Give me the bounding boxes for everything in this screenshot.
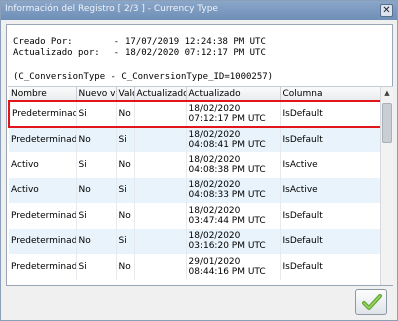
- table-cell: 29/01/2020 08:44:16 PM UTC: [186, 254, 281, 280]
- table-cell: IsActive: [280, 177, 382, 203]
- table-cell: Predeterminado: [9, 126, 77, 152]
- vertical-scrollbar[interactable]: ▲: [380, 87, 393, 285]
- scroll-up-icon[interactable]: ▲: [381, 87, 393, 99]
- table-row[interactable]: Predeterminado Si No 29/01/2020 08:44:16 PM…: [9, 254, 382, 280]
- table-cell: Activo: [9, 177, 77, 203]
- table-cell: [134, 203, 187, 229]
- column-header[interactable]: Actualizado: [134, 87, 187, 102]
- table-cell: 18/02/2020 03:16:20 PM UTC: [186, 228, 281, 254]
- table-cell: Predeterminado: [9, 228, 77, 254]
- table-cell: Si: [116, 126, 135, 152]
- table-cell: 18/02/2020 04:08:41 PM UTC: [186, 126, 281, 152]
- table-cell: No: [76, 126, 117, 152]
- table-cell: Predeterminado: [8, 100, 77, 128]
- created-separator: -: [113, 37, 119, 47]
- record-query: (C_ConversionType - C_ConversionType_ID=…: [13, 72, 274, 82]
- table-header: NombreNuevo vValoActualizadoActualizadoC…: [9, 87, 382, 102]
- updated-separator: -: [113, 48, 119, 58]
- table-cell: Predeterminado: [9, 254, 77, 280]
- table-cell: [134, 152, 187, 178]
- content-panel: Creado Por: -17/07/2019 12:24:38 PM UTC A…: [6, 24, 393, 286]
- record-info-dialog: Información del Registro [ 2/3 ] - Curre…: [0, 0, 398, 321]
- updated-value: 18/02/2020 07:12:17 PM UTC: [125, 48, 266, 58]
- table-cell: Si: [76, 254, 117, 280]
- table-cell: Si: [76, 152, 117, 178]
- scroll-thumb[interactable]: [382, 103, 392, 143]
- table-row[interactable]: PredeterminadoSiNo 18/02/2020 07:12:17 PM…: [8, 100, 382, 128]
- table-cell: Si: [116, 228, 135, 254]
- table-cell: [134, 254, 187, 280]
- table-cell: IsActive: [280, 152, 382, 178]
- table-cell: No: [76, 177, 117, 203]
- column-header[interactable]: Actualizado: [186, 87, 281, 102]
- title-bar[interactable]: Información del Registro [ 2/3 ] - Curre…: [1, 1, 397, 20]
- table-cell: Si: [76, 203, 117, 229]
- created-by-label: Creado Por:: [13, 37, 73, 47]
- table-cell: No: [116, 254, 135, 280]
- change-log-table: NombreNuevo vValoActualizadoActualizadoC…: [8, 86, 393, 285]
- table-cell: [134, 126, 187, 152]
- table-cell: 18/02/2020 03:47:44 PM UTC: [186, 203, 281, 229]
- ok-button[interactable]: [355, 289, 387, 315]
- table-cell: 18/02/2020 07:12:17 PM UTC: [186, 100, 281, 128]
- updated-by-label: Actualizado por:: [13, 48, 100, 58]
- table-cell: Activo: [9, 152, 77, 178]
- table-cell: [134, 177, 187, 203]
- table-cell: Si: [76, 100, 117, 128]
- table-cell: IsDefault: [280, 254, 382, 280]
- record-info: Creado Por: -17/07/2019 12:24:38 PM UTC A…: [13, 37, 266, 59]
- column-header[interactable]: Nombre: [9, 87, 77, 102]
- table-cell: [134, 100, 187, 128]
- table-row[interactable]: Predeterminado No Si 18/02/2020 04:08:41 PM…: [9, 126, 382, 152]
- table-cell: IsDefault: [280, 100, 382, 128]
- column-header[interactable]: Columna: [280, 87, 382, 102]
- table-cell: No: [116, 203, 135, 229]
- close-icon: ✕: [382, 5, 391, 16]
- close-button[interactable]: ✕: [380, 4, 393, 17]
- table-cell: 18/02/2020 04:08:33 PM UTC: [186, 177, 281, 203]
- table-cell: No: [76, 228, 117, 254]
- table-row[interactable]: Activo Si No 18/02/2020 04:08:38 PM UTC IsAc…: [9, 152, 382, 178]
- table-row[interactable]: Activo No Si 18/02/2020 04:08:33 PM UTC IsAc…: [9, 177, 382, 203]
- column-header[interactable]: Valo: [116, 87, 135, 102]
- table-cell: IsDefault: [280, 228, 382, 254]
- checkmark-icon: [362, 294, 382, 310]
- table-cell: No: [116, 152, 135, 178]
- window-title: Información del Registro [ 2/3 ] - Curre…: [5, 4, 218, 14]
- table-row[interactable]: Predeterminado No Si 18/02/2020 03:16:20 PM…: [9, 228, 382, 254]
- table-cell: Si: [116, 177, 135, 203]
- table-cell: No: [116, 100, 135, 128]
- column-header[interactable]: Nuevo v: [76, 87, 117, 102]
- table-cell: Predeterminado: [9, 203, 77, 229]
- created-value: 17/07/2019 12:24:38 PM UTC: [125, 37, 266, 47]
- table-row[interactable]: Predeterminado Si No 18/02/2020 03:47:44 PM…: [9, 203, 382, 229]
- table-cell: 18/02/2020 04:08:38 PM UTC: [186, 152, 281, 178]
- table-cell: IsDefault: [280, 126, 382, 152]
- table-cell: IsDefault: [280, 203, 382, 229]
- table-cell: [134, 228, 187, 254]
